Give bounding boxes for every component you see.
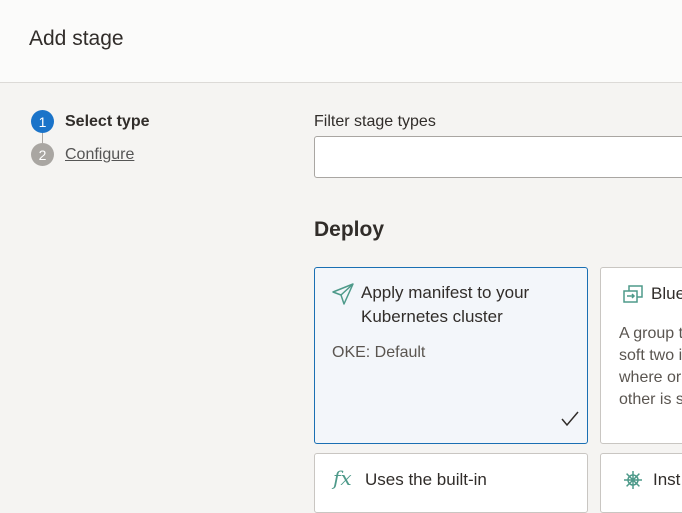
card-title: Uses the built-in	[365, 470, 487, 489]
step-configure[interactable]: 2 Configure	[31, 143, 134, 166]
dialog-header: Add stage	[0, 0, 682, 83]
filter-label: Filter stage types	[314, 113, 436, 130]
step-label: Select type	[65, 112, 150, 130]
page-title: Add stage	[29, 27, 124, 50]
card-description: A group trate soft two iden where or oth…	[619, 325, 682, 408]
stage-card-helm[interactable]: Inst	[600, 453, 682, 513]
card-description: OKE: Default	[332, 344, 426, 361]
section-title: Deploy	[314, 218, 385, 241]
step-number-badge: 1	[31, 110, 54, 133]
helm-wheel-icon	[623, 470, 643, 495]
swap-icon	[623, 285, 643, 308]
step-number-badge: 2	[31, 143, 54, 166]
paper-plane-icon	[331, 282, 355, 311]
stage-card-blue-green[interactable]: Blue A group trate soft two iden where o…	[600, 267, 682, 444]
card-title: Blue	[651, 284, 682, 303]
card-title: Inst	[653, 470, 681, 489]
stage-card-function[interactable]: fx Uses the built-in	[314, 453, 588, 513]
check-icon	[561, 411, 579, 432]
stage-card-apply-manifest[interactable]: Apply manifest to your Kubernetes cluste…	[314, 267, 588, 444]
step-select-type[interactable]: 1 Select type	[31, 110, 149, 133]
step-connector	[42, 133, 43, 143]
card-title: Apply manifest to your Kubernetes cluste…	[361, 283, 530, 326]
filter-input[interactable]	[314, 136, 682, 178]
function-icon: fx	[333, 466, 352, 490]
step-link[interactable]: Configure	[65, 146, 134, 164]
